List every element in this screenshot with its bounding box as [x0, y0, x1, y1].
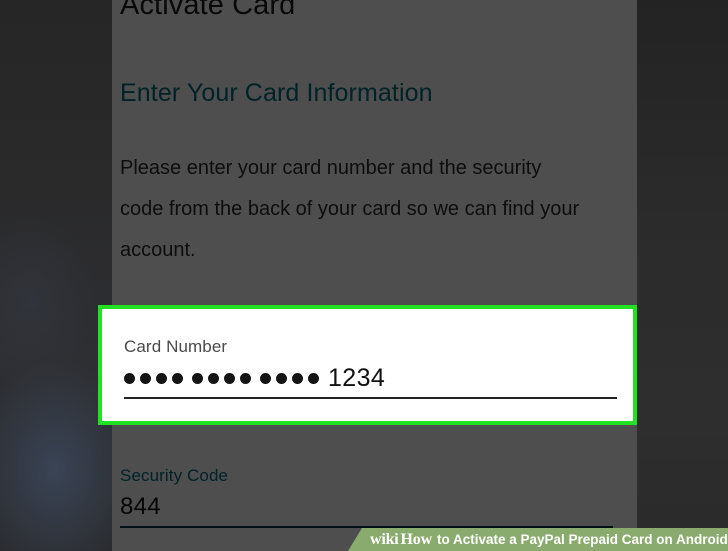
security-code-value[interactable]: 844 [120, 492, 620, 522]
masked-dot-icon [276, 372, 287, 384]
masked-dot-icon [208, 372, 219, 384]
masked-dot-icon [308, 372, 319, 384]
masked-dot-icon [124, 372, 135, 384]
masked-digit-group [124, 372, 183, 384]
page-title: Activate Card [120, 0, 296, 21]
masked-dot-icon [260, 372, 271, 384]
card-number-label-highlighted: Card Number [124, 337, 228, 356]
wikihow-watermark: wiki How to Activate a PayPal Prepaid Ca… [348, 528, 728, 551]
security-code-label: Security Code [120, 466, 229, 485]
highlighted-card-number-field[interactable]: Card Number 1234 [124, 337, 624, 399]
panel-content: Activate Card Enter Your Card Informatio… [112, 0, 637, 551]
instructions-text: Please enter your card number and the se… [120, 157, 580, 261]
masked-dot-icon [240, 372, 251, 384]
activate-card-panel: Activate Card Enter Your Card Informatio… [112, 0, 637, 551]
wikihow-brand-wiki: wiki [370, 530, 399, 548]
card-number-underline-highlighted [124, 397, 617, 399]
masked-dot-icon [140, 372, 151, 384]
card-number-visible-digits-highlighted: 1234 [328, 363, 386, 392]
masked-dot-icon [224, 372, 235, 384]
security-code-field[interactable]: Security Code 844 [120, 466, 620, 528]
masked-dot-icon [156, 372, 167, 384]
blurred-backdrop-right [637, 0, 728, 551]
security-code-underline [120, 526, 613, 528]
section-heading: Enter Your Card Information [120, 79, 433, 107]
masked-dot-icon [292, 372, 303, 384]
highlight-box-card-number: Card Number 1234 [98, 305, 637, 425]
wikihow-title-text: to Activate a PayPal Prepaid Card on And… [436, 532, 728, 547]
masked-dot-icon [192, 372, 203, 384]
card-number-value-highlighted[interactable]: 1234 [124, 363, 624, 393]
screenshot-root: Activate Card Enter Your Card Informatio… [0, 0, 728, 551]
wikihow-brand-how: How [400, 530, 433, 548]
masked-digit-group [192, 372, 251, 384]
masked-digit-group [260, 372, 319, 384]
masked-dot-icon [172, 372, 183, 384]
